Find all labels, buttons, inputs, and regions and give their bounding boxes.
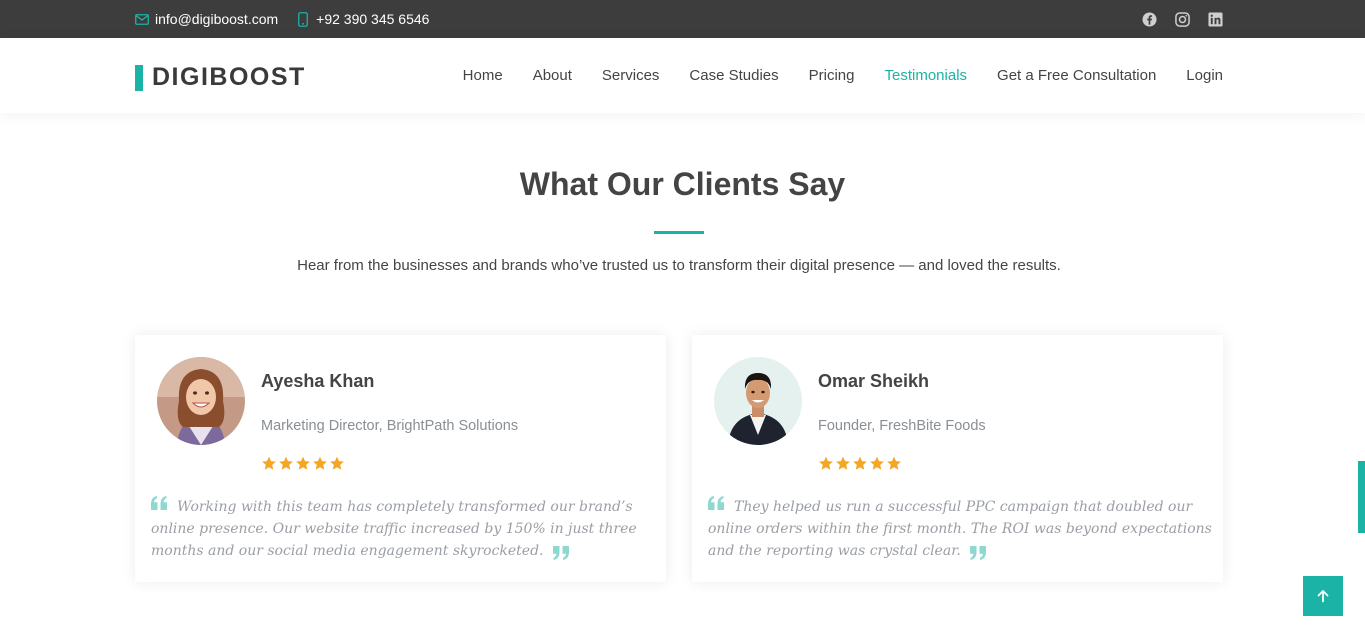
star-rating (261, 456, 346, 471)
nav-login[interactable]: Login (1186, 67, 1223, 84)
avatar (714, 357, 802, 445)
title-divider (654, 231, 704, 234)
nav-free-consultation[interactable]: Get a Free Consultation (997, 67, 1156, 84)
nav-testimonials[interactable]: Testimonials (885, 67, 968, 84)
star-icon (296, 456, 310, 470)
main-nav: Home About Services Case Studies Pricing… (433, 38, 1223, 113)
testimonial-card: Ayesha Khan Marketing Director, BrightPa… (135, 335, 666, 582)
star-icon (330, 456, 344, 470)
main-header: DIGIBOOST Home About Services Case Studi… (0, 38, 1365, 113)
brand-logo[interactable]: DIGIBOOST (135, 63, 306, 92)
phone-link[interactable]: +92 390 345 6546 (298, 11, 429, 27)
testimonial-quote: They helped us run a successful PPC camp… (708, 496, 1213, 562)
side-tab[interactable] (1358, 461, 1365, 533)
phone-text: +92 390 345 6546 (316, 11, 430, 27)
star-icon (819, 456, 833, 470)
nav-home[interactable]: Home (463, 67, 503, 84)
nav-about[interactable]: About (533, 67, 572, 84)
star-rating (818, 456, 903, 471)
top-bar: info@digiboost.com +92 390 345 6546 (0, 0, 1365, 38)
instagram-icon[interactable] (1175, 11, 1190, 27)
section-title: What Our Clients Say (519, 166, 846, 202)
avatar (157, 357, 245, 445)
quote-close-icon (969, 546, 986, 560)
facebook-icon[interactable] (1142, 11, 1157, 27)
email-link[interactable]: info@digiboost.com (135, 11, 278, 27)
client-role: Marketing Director, BrightPath Solutions (261, 418, 519, 434)
client-name: Ayesha Khan (261, 371, 375, 391)
star-icon (279, 456, 293, 470)
contact-info: info@digiboost.com +92 390 345 6546 (135, 0, 447, 38)
quote-close-icon (552, 546, 569, 560)
client-name: Omar Sheikh (818, 371, 930, 391)
back-to-top-button[interactable] (1303, 576, 1343, 616)
arrow-up-icon (1317, 590, 1329, 603)
email-text: info@digiboost.com (155, 11, 279, 27)
social-links (1124, 0, 1223, 38)
brand-name: DIGIBOOST (152, 63, 306, 91)
nav-pricing[interactable]: Pricing (809, 67, 855, 84)
phone-icon (298, 11, 309, 27)
client-role: Founder, FreshBite Foods (818, 418, 986, 434)
star-icon (313, 456, 327, 470)
star-icon (887, 456, 901, 470)
quote-text: They helped us run a successful PPC camp… (708, 499, 1212, 559)
linkedin-icon[interactable] (1208, 11, 1223, 27)
testimonial-card: Omar Sheikh Founder, FreshBite Foods The… (692, 335, 1223, 582)
nav-services[interactable]: Services (602, 67, 660, 84)
star-icon (853, 456, 867, 470)
nav-case-studies[interactable]: Case Studies (689, 67, 778, 84)
testimonial-quote: Working with this team has completely tr… (151, 496, 656, 562)
star-icon (262, 456, 276, 470)
star-icon (870, 456, 884, 470)
logo-accent-bar (135, 64, 143, 91)
star-icon (836, 456, 850, 470)
section-subtitle: Hear from the businesses and brands who’… (297, 257, 1061, 274)
envelope-icon (135, 13, 149, 25)
